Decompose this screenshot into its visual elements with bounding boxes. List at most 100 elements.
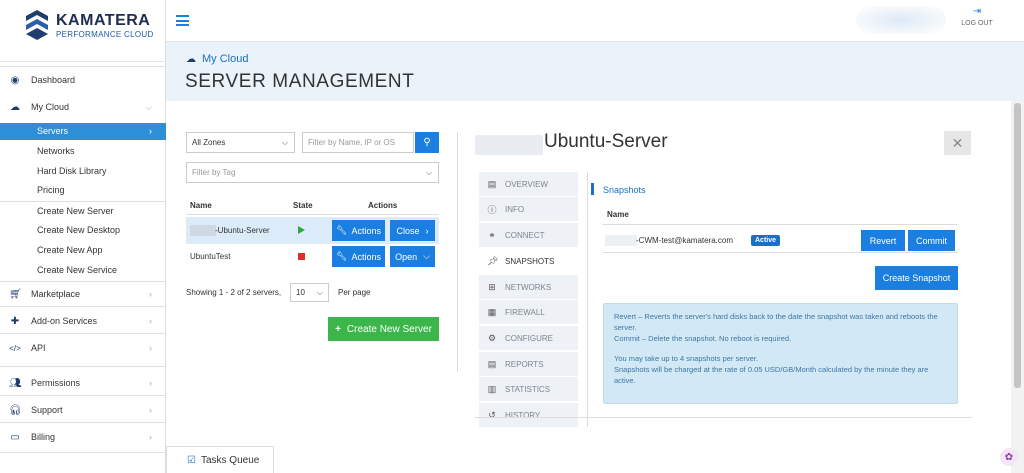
zone-select[interactable]: All Zones ⌵ <box>186 132 295 153</box>
tab-label: STATISTICS <box>505 384 551 394</box>
actions-button[interactable]: 🔧︎ Actions <box>332 246 385 267</box>
chevron-right-icon: › <box>149 316 152 326</box>
tab-configure[interactable]: ⚙ CONFIGURE <box>479 326 578 351</box>
search-button[interactable]: ⚲ <box>415 132 439 153</box>
sidebar: KAMATERA PERFORMANCE CLOUD ◉ Dashboard ☁… <box>0 0 166 473</box>
tab-firewall[interactable]: ▦ FIREWALL <box>479 300 578 325</box>
brand-tagline: PERFORMANCE CLOUD <box>56 30 154 39</box>
tab-history[interactable]: ↺ HISTORY <box>479 403 578 428</box>
chevron-down-icon: ⌵ <box>423 251 430 261</box>
tab-statistics[interactable]: ▥ STATISTICS <box>479 377 578 402</box>
brand-name: KAMATERA <box>56 12 151 29</box>
column-header-snapshot-name: Name <box>607 210 629 219</box>
info-limit-text: You may take up to 4 snapshots per serve… <box>614 354 758 363</box>
sidebar-item-api[interactable]: </> API › <box>0 338 166 358</box>
tasks-queue-tab[interactable]: ☑ Tasks Queue <box>166 446 274 473</box>
kamatera-logo-icon <box>26 10 48 40</box>
tab-snapshots[interactable]: 📌︎ SNAPSHOTS <box>479 249 578 274</box>
dashboard-icon: ◉ <box>10 74 20 86</box>
sidebar-item-create-desktop[interactable]: Create New Desktop <box>0 222 166 239</box>
server-name: -Ubuntu-Server <box>215 226 270 235</box>
cloud-icon: ☁ <box>10 101 20 113</box>
column-header-state[interactable]: State <box>293 201 313 210</box>
tab-networks[interactable]: ⊞ NETWORKS <box>479 275 578 300</box>
per-page-label: Per page <box>338 288 371 297</box>
snapshot-info-alert: Revert – Reverts the server's hard disks… <box>603 303 958 404</box>
cart-icon: 🛒︎ <box>9 288 22 300</box>
hamburger-menu-icon[interactable] <box>176 15 189 26</box>
close-label: Close <box>396 225 420 236</box>
billing-icon: ▭ <box>10 431 20 443</box>
commit-button[interactable]: Commit <box>908 230 955 251</box>
tab-reports[interactable]: ▤ REPORTS <box>479 352 578 377</box>
network-icon: ⊞ <box>488 281 496 292</box>
create-snapshot-button[interactable]: Create Snapshot <box>875 266 958 290</box>
info-commit-text: Commit – Delete the snapshot. No reboot … <box>614 334 792 343</box>
chevron-right-icon: › <box>149 126 152 136</box>
sidebar-item-billing[interactable]: ▭ Billing › <box>0 427 166 447</box>
code-icon: </> <box>9 343 21 353</box>
sidebar-item-networks[interactable]: Networks <box>0 143 166 160</box>
tab-overview[interactable]: ▤ OVERVIEW <box>479 172 578 197</box>
search-input[interactable]: Filter by Name, IP or OS <box>302 132 414 153</box>
sidebar-item-marketplace[interactable]: 🛒︎ Marketplace › <box>0 284 166 304</box>
tag-filter-select[interactable]: Filter by Tag ⌵ <box>186 162 439 183</box>
breadcrumb[interactable]: ☁ My Cloud <box>186 53 248 65</box>
sidebar-item-label: My Cloud <box>31 102 70 112</box>
table-row[interactable]: UbuntuTest 🔧︎ Actions Open ⌵ <box>186 244 439 270</box>
create-new-server-button[interactable]: + Create New Server <box>328 317 439 341</box>
tab-connect[interactable]: ⚭ CONNECT <box>479 223 578 248</box>
sidebar-item-my-cloud[interactable]: ☁ My Cloud ⌵ <box>0 97 166 117</box>
open-button[interactable]: Open ⌵ <box>390 246 435 267</box>
info-billing-text: Snapshots will be charged at the rate of… <box>614 365 929 385</box>
section-title: Snapshots <box>603 185 646 195</box>
tab-label: HISTORY <box>505 410 541 420</box>
chevron-right-icon: › <box>149 432 152 442</box>
tab-label: CONNECT <box>505 230 545 240</box>
headset-icon: 🎧︎ <box>9 404 22 416</box>
close-button[interactable]: Close › <box>390 220 435 241</box>
per-page-select[interactable]: 10 ⌵ <box>290 283 329 302</box>
sidebar-item-create-app[interactable]: Create New App <box>0 242 166 259</box>
pin-icon: 📌︎ <box>487 255 499 266</box>
user-avatar[interactable] <box>856 6 946 34</box>
chevron-right-icon: › <box>149 343 152 353</box>
tasks-queue-label: Tasks Queue <box>200 454 260 466</box>
statistics-icon: ▥ <box>487 383 497 394</box>
actions-button[interactable]: 🔧︎ Actions <box>332 220 385 241</box>
stopped-state-icon <box>298 253 305 260</box>
sidebar-item-create-server[interactable]: Create New Server <box>0 203 166 220</box>
snapshot-row: -CWM-test@kamatera.com Active Revert Com… <box>603 228 958 253</box>
logout-label: LOG OUT <box>961 20 993 27</box>
redacted-text <box>190 225 216 236</box>
sidebar-item-hard-disk-library[interactable]: Hard Disk Library <box>0 163 166 180</box>
chat-widget-icon[interactable]: ✿ <box>1000 448 1018 466</box>
server-detail-title: Ubuntu-Server <box>544 131 668 152</box>
create-new-server-label: Create New Server <box>346 323 432 335</box>
sidebar-item-create-service[interactable]: Create New Service <box>0 262 166 279</box>
sidebar-item-support[interactable]: 🎧︎ Support › <box>0 400 166 420</box>
info-icon: ⓘ <box>487 204 497 215</box>
scrollbar[interactable] <box>1011 101 1024 473</box>
revert-button[interactable]: Revert <box>861 230 905 251</box>
chevron-right-icon: › <box>425 225 429 236</box>
tag-placeholder: Filter by Tag <box>192 168 236 177</box>
sidebar-item-add-on-services[interactable]: ✚ Add-on Services › <box>0 311 166 331</box>
search-placeholder: Filter by Name, IP or OS <box>308 138 395 147</box>
logout-button[interactable]: ⇥ LOG OUT <box>957 6 997 27</box>
column-header-name[interactable]: Name <box>190 201 212 210</box>
sidebar-item-label: Billing <box>31 432 56 442</box>
sidebar-item-pricing[interactable]: Pricing <box>0 182 166 199</box>
table-row[interactable]: -Ubuntu-Server 🔧︎ Actions Close › <box>186 217 439 244</box>
cloud-icon: ☁ <box>186 53 196 65</box>
firewall-icon: ▦ <box>487 306 497 317</box>
logout-icon: ⇥ <box>972 6 982 17</box>
sidebar-item-servers[interactable]: Servers › <box>0 123 166 140</box>
tab-info[interactable]: ⓘ INFO <box>479 197 578 222</box>
sidebar-item-dashboard[interactable]: ◉ Dashboard <box>0 70 166 90</box>
scrollbar-thumb[interactable] <box>1014 103 1021 388</box>
sidebar-item-label: Marketplace <box>31 289 81 299</box>
logo[interactable]: KAMATERA PERFORMANCE CLOUD <box>0 0 166 62</box>
sidebar-item-permissions[interactable]: 👥︎ Permissions › <box>0 373 166 393</box>
close-panel-button[interactable]: ✕ <box>944 131 971 155</box>
